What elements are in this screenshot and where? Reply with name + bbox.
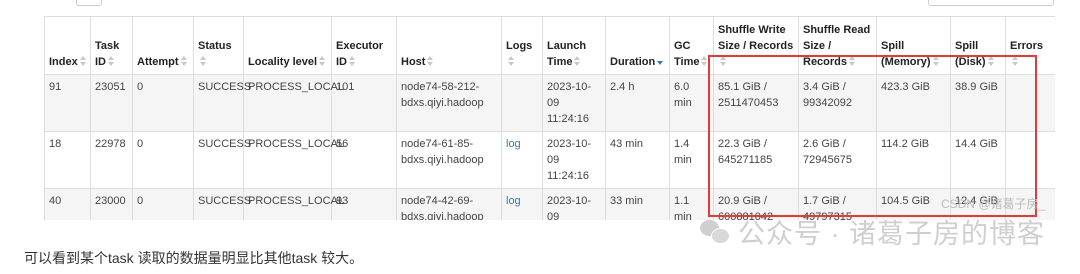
cell-executor: 56: [331, 131, 397, 189]
column-header-status[interactable]: Status: [193, 16, 244, 75]
column-header-label: Status: [198, 40, 232, 52]
cell-launch: 2023-10-09 11:24:16: [542, 74, 606, 132]
cell-index: 91: [44, 74, 91, 132]
cell-host: node74-42-69-bdxs.qiyi.hadoop: [396, 188, 502, 220]
column-header-attempt[interactable]: Attempt: [132, 16, 194, 75]
column-header-label: Host: [401, 56, 426, 68]
column-header-label: GC Time: [674, 40, 700, 68]
search-box[interactable]: [928, 0, 1054, 6]
column-header-launch[interactable]: Launch Time: [542, 16, 606, 75]
sort-icon[interactable]: [427, 56, 434, 66]
cell-launch: 2023-10-09 11:24:16: [542, 188, 606, 220]
column-header-label: Duration: [610, 56, 656, 68]
column-header-logs[interactable]: Logs: [501, 16, 543, 75]
csdn-watermark: CSDN @诸葛子房_: [941, 197, 1046, 211]
wechat-watermark: 公众号 · 诸葛子房的博客: [700, 212, 1045, 251]
column-header-label: Executor ID: [336, 40, 384, 68]
sort-icon[interactable]: [200, 56, 206, 66]
highlight-box: [708, 55, 1037, 217]
column-header-executor[interactable]: Executor ID: [331, 16, 397, 75]
cell-executor: 101: [331, 74, 397, 132]
cell-gc: 6.0 min: [669, 74, 714, 132]
log-link[interactable]: log: [506, 195, 521, 207]
wechat-watermark-text: 公众号 · 诸葛子房的博客: [738, 219, 1045, 249]
log-link[interactable]: log: [506, 138, 521, 150]
wechat-icon: [700, 219, 730, 244]
sort-desc-icon[interactable]: [657, 56, 664, 66]
sort-icon[interactable]: [180, 56, 187, 66]
cell-duration: 33 min: [605, 188, 670, 220]
column-header-index[interactable]: Index: [44, 16, 91, 75]
page-size-control[interactable]: [76, 0, 102, 6]
cell-logs: [501, 74, 543, 132]
cell-task_id: 23051: [90, 74, 133, 132]
caption-text: 可以看到某个task 读取的数据量明显比其他task 较大。: [24, 250, 364, 266]
cell-duration: 43 min: [605, 131, 670, 189]
cell-host: node74-58-212-bdxs.qiyi.hadoop: [396, 74, 502, 132]
cell-attempt: 0: [132, 74, 194, 132]
cell-host: node74-61-85-bdxs.qiyi.hadoop: [396, 131, 502, 189]
cell-attempt: 0: [132, 188, 194, 220]
cell-task_id: 22978: [90, 131, 133, 189]
cell-status: SUCCESS: [193, 131, 251, 189]
column-header-label: Locality level: [248, 56, 318, 68]
sort-icon[interactable]: [79, 56, 86, 66]
column-header-label: Shuffle Write Size / Records: [718, 24, 794, 52]
column-header-task_id[interactable]: Task ID: [90, 16, 133, 75]
column-header-label: Errors: [1010, 40, 1044, 52]
cell-task_id: 23000: [90, 188, 133, 220]
sort-icon[interactable]: [574, 56, 581, 66]
cell-logs: log: [501, 188, 543, 220]
cell-status: SUCCESS: [193, 188, 251, 220]
cell-logs: log: [501, 131, 543, 189]
column-header-label: Attempt: [137, 56, 179, 68]
cell-gc: 1.4 min: [669, 131, 714, 189]
sort-icon[interactable]: [508, 56, 514, 66]
cell-launch: 2023-10-09 11:24:16: [542, 131, 606, 189]
column-header-label: Index: [49, 56, 78, 68]
cell-locality: PROCESS_LOCAL: [243, 131, 344, 189]
sort-icon[interactable]: [349, 56, 355, 66]
cell-executor: 93: [331, 188, 397, 220]
cell-index: 18: [44, 131, 91, 189]
sort-icon[interactable]: [108, 56, 114, 66]
cell-duration: 2.4 h: [605, 74, 670, 132]
cell-locality: PROCESS_LOCAL: [243, 188, 344, 220]
column-header-locality[interactable]: Locality level: [243, 16, 332, 75]
column-header-gc[interactable]: GC Time: [669, 16, 714, 75]
sort-icon[interactable]: [701, 56, 708, 66]
cell-attempt: 0: [132, 131, 194, 189]
column-header-duration[interactable]: Duration: [605, 16, 670, 75]
cell-index: 40: [44, 188, 91, 220]
cell-status: SUCCESS: [193, 74, 251, 132]
sort-icon[interactable]: [319, 56, 326, 66]
cell-locality: PROCESS_LOCAL: [243, 74, 344, 132]
column-header-host[interactable]: Host: [396, 16, 502, 75]
column-header-label: Logs: [506, 40, 533, 52]
